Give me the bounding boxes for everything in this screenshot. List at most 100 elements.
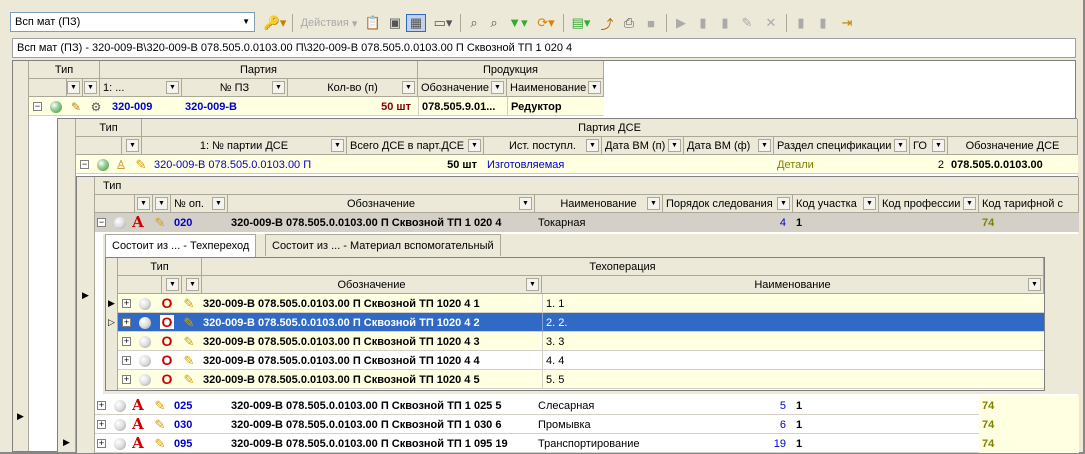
paste-icon[interactable]: ▣ <box>386 14 404 32</box>
col-party[interactable]: 1: № партии ДСЕ ▼ <box>142 137 347 155</box>
stop-icon[interactable]: ■ <box>642 14 660 32</box>
panel-icon[interactable]: ▭▾ <box>430 14 456 32</box>
print-icon[interactable]: ⎙ <box>620 14 638 32</box>
col-pz[interactable]: № ПЗ ▼ <box>182 79 288 97</box>
collapse-icon[interactable]: − <box>80 160 89 169</box>
col-order[interactable]: Порядок следования ▼ <box>663 195 793 213</box>
col-name[interactable]: Наименование ▼ <box>535 195 663 213</box>
col-filter-2[interactable]: ▼ <box>83 79 100 97</box>
search-icon[interactable]: ⌕ <box>465 14 483 32</box>
col-date-plan[interactable]: Дата ВМ (п) ▼ <box>602 137 684 155</box>
close-icon[interactable]: ✕ <box>762 14 780 32</box>
col-section[interactable]: Раздел спецификации ▼ <box>774 137 910 155</box>
dropdown-icon[interactable]: ▼ <box>166 81 179 94</box>
key-icon[interactable]: 🔑▾ <box>262 14 288 32</box>
pencil-icon: ✎ <box>154 215 166 230</box>
chevron-down-icon[interactable]: ▼ <box>242 17 250 26</box>
col-tariff[interactable]: Код тарифной с <box>979 195 1079 213</box>
tab-aux-material[interactable]: Состоит из ... - Материал вспомогательны… <box>265 234 501 256</box>
expand-icon[interactable]: + <box>122 375 131 384</box>
dropdown-icon[interactable]: ▼ <box>402 81 415 94</box>
col-design[interactable]: Обозначение ▼ <box>418 79 507 97</box>
col-prof[interactable]: Код профессии ▼ <box>879 195 979 213</box>
settings-icon[interactable]: ▤▾ <box>568 14 594 32</box>
dropdown-icon[interactable]: ▼ <box>186 278 199 291</box>
dropdown-icon[interactable]: ▼ <box>155 197 168 210</box>
refresh-icon[interactable]: ⟳▾ <box>533 14 559 32</box>
dropdown-icon[interactable]: ▼ <box>526 278 539 291</box>
dropdown-icon[interactable]: ▼ <box>758 139 771 152</box>
col-area-label: Код участка <box>796 197 857 210</box>
find-icon[interactable]: ⌕ <box>485 14 503 32</box>
expand-icon[interactable]: + <box>97 439 106 448</box>
dropdown-icon[interactable]: ▼ <box>491 81 504 94</box>
dropdown-icon[interactable]: ▼ <box>588 81 601 94</box>
expand-icon[interactable]: + <box>97 401 106 410</box>
col-filter-1[interactable]: ▼ <box>67 79 83 97</box>
col-filter-2[interactable]: ▼ <box>182 276 202 294</box>
col-1[interactable]: 1: ... ▼ <box>100 79 182 97</box>
forward-icon[interactable]: ⇥ <box>838 14 856 32</box>
col-design[interactable]: Обозначение ▼ <box>228 195 535 213</box>
dropdown-icon[interactable]: ▼ <box>468 139 481 152</box>
expand-icon[interactable]: + <box>122 337 131 346</box>
dropdown-icon[interactable]: ▼ <box>647 197 660 210</box>
dropdown-icon[interactable]: ▼ <box>519 197 532 210</box>
col-total[interactable]: Всего ДСЕ в парт.ДСЕ ▼ <box>347 137 484 155</box>
export-icon[interactable]: ⤴ <box>598 14 616 32</box>
dropdown-icon[interactable]: ▼ <box>586 139 599 152</box>
nav2-icon[interactable]: ▮ <box>814 14 832 32</box>
nav-icon[interactable]: ▮ <box>792 14 810 32</box>
edit-icon[interactable]: ✎ <box>738 14 756 32</box>
tab-techtransition[interactable]: Состоит из ... - Техпереход <box>105 234 257 257</box>
col-filter-2[interactable]: ▼ <box>153 195 171 213</box>
dropdown-icon[interactable]: ▼ <box>137 197 150 210</box>
doc-icon[interactable]: ▮ <box>694 14 712 32</box>
col-filter[interactable]: ▼ <box>135 195 153 213</box>
col-qty[interactable]: Кол-во (п) ▼ <box>288 79 418 97</box>
col-order-label: Порядок следования <box>666 197 773 210</box>
dropdown-icon[interactable]: ▼ <box>668 139 681 152</box>
col-filter[interactable]: ▼ <box>162 276 182 294</box>
col-qty-label: Кол-во (п) <box>327 81 378 94</box>
copy-icon[interactable]: 📋 <box>362 14 384 32</box>
play-icon[interactable]: ▶ <box>672 14 690 32</box>
col-op[interactable]: № оп. ▼ <box>171 195 228 213</box>
col-filter[interactable]: ▼ <box>122 137 142 155</box>
dropdown-icon[interactable]: ▼ <box>212 197 225 210</box>
dropdown-icon[interactable]: ▼ <box>963 197 976 210</box>
col-design-dse[interactable]: Обозначение ДСЕ <box>948 137 1078 155</box>
col-date-fact[interactable]: Дата ВМ (ф) ▼ <box>684 137 774 155</box>
actions-button[interactable]: Действия ▾ <box>298 14 360 32</box>
transition-design: 320-009-В 078.505.0.0103.00 П Сквозной Т… <box>203 354 480 367</box>
doc2-icon[interactable]: ▮ <box>716 14 734 32</box>
dropdown-icon[interactable]: ▼ <box>272 81 285 94</box>
dropdown-icon[interactable]: ▼ <box>894 139 907 152</box>
col-name[interactable]: Наименование ▼ <box>542 276 1044 294</box>
col-source[interactable]: Ист. поступл. ▼ <box>484 137 602 155</box>
expand-icon[interactable]: + <box>97 420 106 429</box>
expand-icon[interactable]: + <box>122 299 131 308</box>
row-gutter <box>58 119 76 452</box>
col-go[interactable]: ГО ▼ <box>910 137 948 155</box>
expand-icon[interactable]: + <box>122 318 131 327</box>
col-area[interactable]: Код участка ▼ <box>793 195 879 213</box>
dropdown-icon[interactable]: ▼ <box>932 139 945 152</box>
dropdown-icon[interactable]: ▼ <box>84 81 97 94</box>
status-icon <box>138 335 152 349</box>
dropdown-icon[interactable]: ▼ <box>67 81 80 94</box>
grid-icon[interactable]: ▦ <box>406 14 426 32</box>
dropdown-icon[interactable]: ▼ <box>863 197 876 210</box>
view-select[interactable]: Всп мат (ПЗ) ▼ <box>10 12 255 32</box>
col-design[interactable]: Обозначение ▼ <box>202 276 542 294</box>
expand-icon[interactable]: + <box>122 356 131 365</box>
dropdown-icon[interactable]: ▼ <box>1028 278 1041 291</box>
collapse-icon[interactable]: − <box>97 218 106 227</box>
dropdown-icon[interactable]: ▼ <box>126 139 139 152</box>
dropdown-icon[interactable]: ▼ <box>777 197 790 210</box>
collapse-icon[interactable]: − <box>33 102 42 111</box>
dropdown-icon[interactable]: ▼ <box>331 139 344 152</box>
dropdown-icon[interactable]: ▼ <box>166 278 179 291</box>
col-name[interactable]: Наименование ▼ <box>507 79 604 97</box>
filter-icon[interactable]: ▼▾ <box>505 14 531 32</box>
